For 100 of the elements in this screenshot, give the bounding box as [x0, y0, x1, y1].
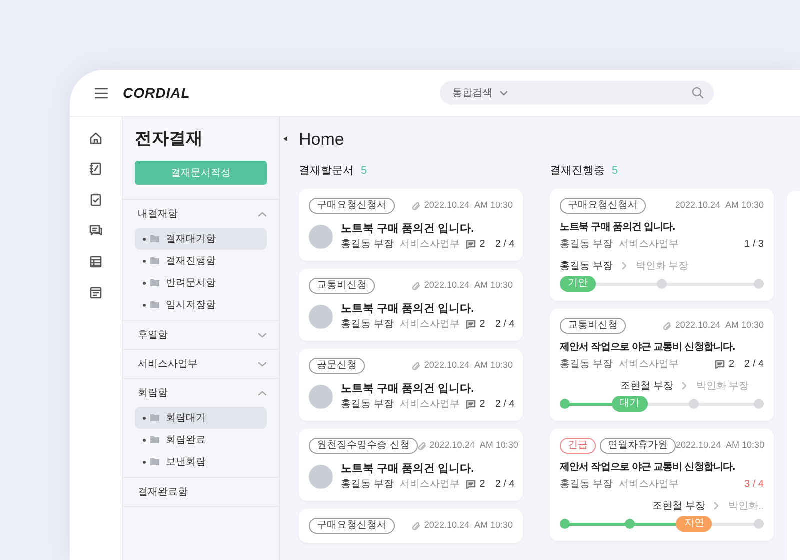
time-text: AM 10:30: [725, 199, 764, 212]
chat-icon[interactable]: [89, 224, 103, 238]
document-tag: 교통비신청: [560, 318, 626, 334]
chevron-right-icon: [622, 262, 627, 270]
comment-icon: [466, 480, 476, 489]
folder-item[interactable]: 반려문서함: [135, 272, 267, 294]
folder-icon: [150, 279, 160, 287]
section-header[interactable]: 서비스사업부: [138, 356, 198, 372]
folder-item[interactable]: 결재대기함: [135, 228, 267, 250]
chevron-down-icon[interactable]: [500, 90, 508, 96]
author-name: 홍길동 부장: [341, 318, 394, 332]
document-title[interactable]: 노트북 구매 품의건 입니다.: [560, 221, 676, 235]
approval-progress: 2 / 4: [495, 398, 515, 412]
document-card[interactable]: 긴급 연월차휴가원 2022.10.24 AM 10:30 제안서 작업으로 야근 교통비 신청합니다. 홍길동 부장 서비스사업부 3 / 4 조현철 부장 박인화.. 지연: [550, 429, 774, 541]
date-text: 2022.10.24: [430, 439, 475, 452]
date-text: 2022.10.24: [424, 279, 470, 292]
department-name: 서비스사업부: [400, 238, 460, 252]
comment-icon: [466, 320, 476, 329]
bullet-icon: [143, 282, 146, 284]
bullet-icon: [143, 460, 146, 464]
approval-progress: 2 / 4: [495, 238, 515, 252]
document-title[interactable]: 노트북 구매 품의건 입니다.: [341, 382, 513, 396]
author-name: 홍길동 부장: [560, 238, 613, 252]
checklist-icon[interactable]: [89, 193, 103, 207]
department-name: 서비스사업부: [400, 318, 460, 332]
time-text: AM 10:30: [726, 439, 765, 452]
comment-count: 2: [480, 238, 486, 252]
department-name: 서비스사업부: [400, 478, 460, 492]
column-count: 5: [361, 164, 368, 179]
section-header[interactable]: 후열함: [138, 328, 168, 342]
approver-name: 조현철 부장: [620, 380, 674, 394]
approver-name: 박인화 부장: [696, 380, 750, 394]
approval-progress: 2 / 4: [744, 358, 764, 372]
document-icon[interactable]: [89, 286, 103, 300]
page-title: Home: [299, 129, 346, 151]
document-card[interactable]: 공문신청 2022.10.24 AM 10:30 노트북 구매 품의건 입니다. 홍길동 부장 서비스사업부 2 2 / 4: [299, 349, 523, 421]
search-scope[interactable]: 통합검색: [452, 86, 492, 100]
comment-count: 2: [480, 398, 486, 412]
folder-item[interactable]: 회람대기: [135, 407, 267, 429]
time-text: AM 10:30: [474, 359, 513, 372]
document-card[interactable]: 교통비신청 2022.10.24 AM 10:30 제안서 작업으로 야근 교통비 신청합니다. 홍길동 부장 서비스사업부 2 2 / 4 조현철 부장 박인화 부장 대기: [550, 309, 774, 421]
table-icon[interactable]: [89, 255, 103, 269]
document-card[interactable]: 구매요청신청서 2022.10.24 AM 10:30 노트북 구매 품의건 입니다. 홍길동 부장 서비스사업부 1 / 3 홍길동 부장 박인화 부장 기안: [550, 189, 774, 301]
document-card[interactable]: 구매요청신청서 2022.10.24 AM 10:30: [299, 509, 523, 543]
approver-name: 조현철 부장: [652, 500, 706, 514]
document-tag: 공문신청: [309, 358, 365, 374]
collapse-arrow-icon[interactable]: [283, 136, 288, 142]
time-text: AM 10:30: [480, 439, 518, 452]
author-name: 홍길동 부장: [341, 478, 394, 492]
date-text: 2022.10.24: [424, 519, 470, 532]
document-tag: 구매요청신청서: [309, 518, 395, 534]
home-icon[interactable]: [89, 131, 103, 145]
folder-item[interactable]: 회람완료: [135, 429, 267, 451]
date-text: 2022.10.24: [424, 359, 470, 372]
date-text: 2022.10.24: [676, 439, 722, 452]
document-card[interactable]: 원천징수영수증 신청 2022.10.24 AM 10:30 노트북 구매 품의건 입니다. 홍길동 부장 서비스사업부 2 2 / 4: [299, 429, 523, 501]
section-header[interactable]: 내결재함: [138, 206, 178, 222]
bullet-icon: [143, 238, 146, 240]
document-title[interactable]: 노트북 구매 품의건 입니다.: [341, 462, 513, 476]
time-text: AM 10:30: [725, 319, 764, 332]
document-tag: 원천징수영수증 신청: [309, 438, 418, 454]
time-text: AM 10:30: [474, 519, 513, 532]
document-card[interactable]: 교통비신청 2022.10.24 AM 10:30 노트북 구매 품의건 입니다. 홍길동 부장 서비스사업부 2 2 / 4: [299, 269, 523, 341]
comment-count: 2: [728, 358, 735, 372]
time-text: AM 10:30: [474, 279, 513, 292]
approval-progress: 2 / 4: [495, 318, 515, 332]
document-title[interactable]: 제안서 작업으로 야근 교통비 신청합니다.: [560, 341, 736, 355]
column-count: 5: [612, 164, 618, 179]
folder-icon: [150, 414, 160, 422]
bullet-icon: [143, 438, 146, 442]
folder-icon: [150, 301, 160, 309]
document-card[interactable]: 구매요청신청서 2022.10.24 AM 10:30 노트북 구매 품의건 입니다. 홍길동 부장 서비스사업부 2 2 / 4: [299, 189, 523, 261]
folder-item[interactable]: 보낸회람: [135, 451, 267, 473]
approval-progress: 1 / 3: [744, 238, 764, 252]
author-name: 홍길동 부장: [341, 398, 394, 412]
search-field[interactable]: 통합검색: [440, 81, 714, 105]
bullet-icon: [143, 304, 146, 306]
bullet-icon: [143, 260, 146, 262]
approver-name: 박인화..: [728, 500, 764, 514]
bullet-icon: [143, 416, 146, 420]
section-header[interactable]: 결재완료함: [138, 484, 188, 500]
chevron-right-icon: [682, 382, 688, 390]
author-name: 홍길동 부장: [560, 478, 613, 492]
document-title[interactable]: 제안서 작업으로 야근 교통비 신청합니다.: [560, 461, 736, 475]
document-title[interactable]: 노트북 구매 품의건 입니다.: [341, 222, 513, 236]
avatar: [309, 305, 333, 329]
date-text: 2022.10.24: [424, 199, 470, 212]
comment-icon: [466, 240, 476, 249]
folder-item[interactable]: 임시저장함: [135, 294, 267, 316]
avatar: [309, 465, 333, 489]
section-header[interactable]: 회람함: [138, 386, 168, 400]
date-text: 2022.10.24: [675, 319, 720, 332]
author-name: 홍길동 부장: [341, 238, 394, 252]
department-name: 서비스사업부: [400, 398, 460, 412]
menu-icon[interactable]: [95, 88, 108, 98]
notebook-icon[interactable]: [89, 162, 103, 176]
avatar: [309, 385, 333, 409]
folder-icon: [150, 436, 160, 444]
document-title[interactable]: 노트북 구매 품의건 입니다.: [341, 302, 513, 316]
folder-item[interactable]: 결재진행함: [135, 250, 267, 272]
